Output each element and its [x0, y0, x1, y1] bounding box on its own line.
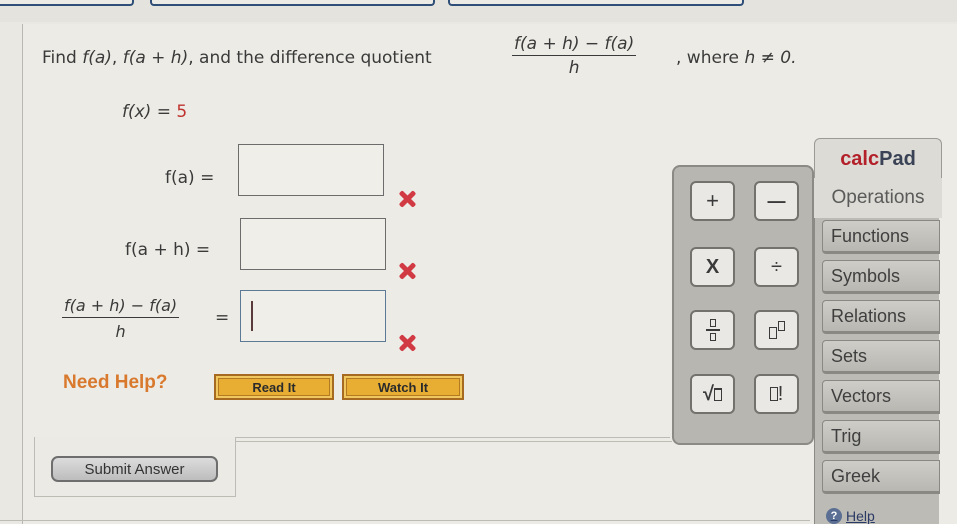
- tab-operations[interactable]: Operations: [814, 178, 942, 218]
- tab-trig[interactable]: Trig: [822, 420, 940, 454]
- tab-sets[interactable]: Sets: [822, 340, 940, 374]
- difference-quotient-expression: f(a + h) − f(a) h: [512, 34, 637, 78]
- incorrect-x-icon: [398, 190, 416, 208]
- calcpad-title: calc Pad: [814, 138, 942, 180]
- sqrt-icon: √: [703, 383, 722, 406]
- factorial-icon: !: [769, 383, 783, 406]
- calcpad-keypad: + — X ÷ √ !: [672, 165, 814, 445]
- calcpad-help-link[interactable]: ? Help: [826, 508, 875, 524]
- divider: [0, 520, 810, 521]
- exponent-key[interactable]: [754, 310, 799, 350]
- dq-label: f(a + h) − f(a) h: [62, 296, 180, 341]
- fraction-icon: [705, 319, 720, 341]
- calcpad-title-calc: calc: [840, 148, 880, 170]
- incorrect-x-icon: [398, 334, 416, 352]
- tab-functions[interactable]: Functions: [822, 220, 940, 254]
- top-strip: [0, 0, 957, 22]
- dq-numerator: f(a + h) − f(a): [512, 34, 637, 56]
- fah-answer-input[interactable]: [240, 218, 386, 270]
- fa-label: f(a) =: [165, 168, 215, 188]
- prompt-text: Find: [42, 48, 83, 68]
- divide-key[interactable]: ÷: [754, 247, 799, 287]
- tab-greek[interactable]: Greek: [822, 460, 940, 494]
- fraction-key[interactable]: [690, 310, 735, 350]
- divide-icon: ÷: [771, 255, 782, 278]
- dq-answer-input[interactable]: [240, 290, 386, 342]
- function-value: 5: [176, 102, 188, 122]
- prompt-mid: , and the difference quotient: [188, 48, 432, 68]
- dq-label-numerator: f(a + h) − f(a): [62, 296, 180, 318]
- exponent-icon: [768, 321, 785, 339]
- plus-icon: +: [706, 188, 719, 213]
- multiply-key[interactable]: X: [690, 247, 735, 287]
- minus-key[interactable]: —: [754, 181, 799, 221]
- help-label: Help: [846, 508, 875, 524]
- watch-it-button[interactable]: Watch It: [342, 374, 464, 400]
- multiply-icon: X: [705, 255, 720, 278]
- calcpad-title-pad: Pad: [879, 148, 916, 170]
- prompt-fah: f(a + h): [122, 48, 189, 68]
- read-it-button[interactable]: Read It: [214, 374, 334, 400]
- dq-label-denominator: h: [115, 322, 126, 341]
- need-help-heading: Need Help?: [63, 372, 168, 393]
- prompt-sep: ,: [111, 48, 123, 68]
- minus-icon: —: [767, 190, 786, 211]
- incorrect-x-icon: [398, 262, 416, 280]
- tab-relations[interactable]: Relations: [822, 300, 940, 334]
- dq-denominator: h: [568, 58, 580, 78]
- help-question-icon: ?: [826, 508, 842, 524]
- question-prompt: Find f(a), f(a + h), and the difference …: [42, 48, 432, 68]
- tab-symbols[interactable]: Symbols: [822, 260, 940, 294]
- prompt-suffix: , where: [676, 48, 745, 68]
- fah-label: f(a + h) =: [125, 240, 211, 260]
- function-definition: f(x) = 5: [122, 102, 187, 122]
- prompt-fa: f(a): [82, 48, 112, 68]
- question-nav-tab[interactable]: [448, 0, 744, 6]
- divider: [236, 441, 672, 442]
- question-condition: , where h ≠ 0.: [676, 48, 796, 68]
- text-cursor: [251, 301, 253, 331]
- plus-key[interactable]: +: [690, 181, 735, 221]
- sqrt-key[interactable]: √: [690, 374, 735, 414]
- factorial-key[interactable]: !: [754, 374, 799, 414]
- tab-vectors[interactable]: Vectors: [822, 380, 940, 414]
- dq-equals: =: [215, 308, 230, 328]
- question-nav-tab[interactable]: [150, 0, 435, 6]
- prompt-condition: h ≠ 0.: [744, 48, 797, 68]
- fa-answer-input[interactable]: [238, 144, 384, 196]
- submit-answer-button[interactable]: Submit Answer: [51, 456, 218, 482]
- previous-question-tab[interactable]: [0, 0, 134, 6]
- function-lhs: f(x) =: [122, 102, 177, 122]
